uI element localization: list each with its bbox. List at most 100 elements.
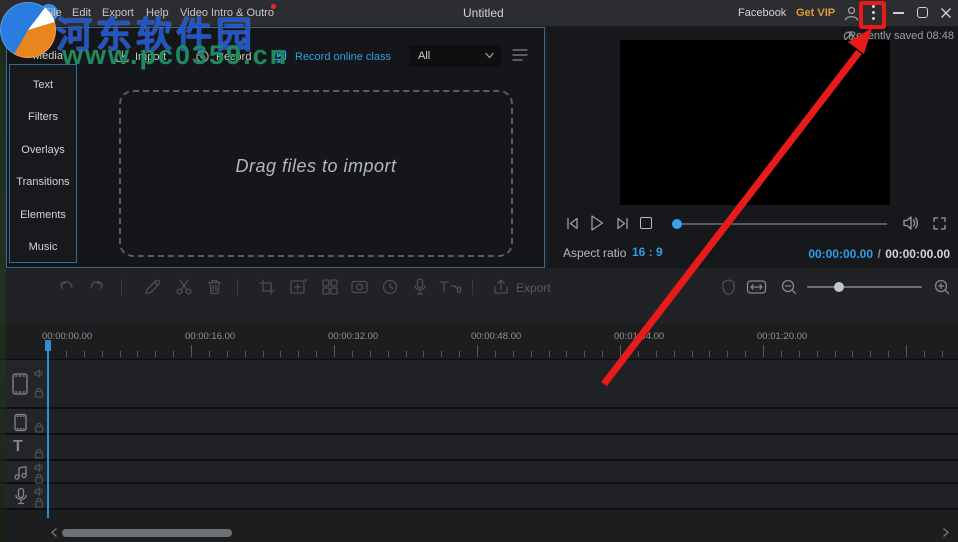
text-to-speech-icon[interactable] xyxy=(438,278,462,296)
timeline-ruler[interactable]: 00:00:00.00 00:00:16.00 00:00:32.00 00:0… xyxy=(0,323,958,360)
preview-panel: Recently saved 08:48 Aspect ratio 16 : 9… xyxy=(548,27,958,268)
edit-pencil-icon[interactable] xyxy=(143,278,161,296)
drag-drop-import-zone[interactable]: Drag files to import xyxy=(119,90,513,257)
toolbar-divider xyxy=(472,279,473,295)
duration-clock-icon[interactable] xyxy=(381,278,399,296)
text-track-header: T xyxy=(0,435,48,459)
text-track[interactable]: T xyxy=(0,435,958,461)
screen-record-icon[interactable] xyxy=(350,278,369,296)
menu-edit[interactable]: Edit xyxy=(68,0,95,26)
maximize-icon[interactable] xyxy=(917,7,928,18)
sidebar-item-overlays[interactable]: Overlays xyxy=(10,134,76,167)
sidebar-item-transitions[interactable]: Transitions xyxy=(10,166,76,199)
timeline-zoom-slider[interactable] xyxy=(807,286,922,288)
seek-handle[interactable] xyxy=(672,219,682,229)
music-track-icon xyxy=(13,464,30,481)
voiceover-mic-icon[interactable] xyxy=(412,277,428,296)
document-title: Untitled xyxy=(463,0,504,26)
split-scissors-icon[interactable] xyxy=(175,278,193,296)
redo-icon[interactable] xyxy=(88,279,106,295)
annotation-highlight-box xyxy=(859,1,886,29)
fullscreen-icon[interactable] xyxy=(932,216,947,231)
fit-timeline-icon[interactable] xyxy=(746,279,767,295)
sidebar-item-elements[interactable]: Elements xyxy=(10,199,76,232)
mute-speaker-icon[interactable] xyxy=(33,463,45,472)
mute-speaker-icon[interactable] xyxy=(33,369,45,378)
tab-media[interactable]: Media xyxy=(33,48,63,64)
menu-export[interactable]: Export xyxy=(98,0,138,26)
media-filter-dropdown[interactable]: All xyxy=(409,45,501,67)
ruler-ticks xyxy=(0,323,958,360)
toolbar-divider xyxy=(121,279,122,295)
next-frame-icon[interactable] xyxy=(614,216,631,231)
horizontal-scrollbar-thumb[interactable] xyxy=(62,529,232,537)
get-vip-link[interactable]: Get VIP xyxy=(796,0,835,26)
lock-icon[interactable] xyxy=(33,422,45,433)
voice-track-icon xyxy=(14,487,28,506)
aspect-ratio-value[interactable]: 16 : 9 xyxy=(632,245,663,259)
lock-icon[interactable] xyxy=(33,448,45,459)
watermark-edge-artifact xyxy=(0,40,6,540)
undo-icon[interactable] xyxy=(57,279,75,295)
lock-icon[interactable] xyxy=(33,473,45,484)
record-online-class-icon xyxy=(271,49,287,64)
toolbar-divider xyxy=(237,279,238,295)
minimize-icon[interactable] xyxy=(893,12,904,14)
zoom-frame-icon[interactable] xyxy=(289,278,308,296)
timecode-separator: / xyxy=(877,247,880,261)
drag-hint-text: Drag files to import xyxy=(121,156,511,177)
voice-track[interactable] xyxy=(0,484,958,510)
export-button[interactable]: Export xyxy=(516,281,551,295)
menu-video-intro-outro[interactable]: Video Intro & Outro xyxy=(176,0,278,26)
volume-icon[interactable] xyxy=(902,215,920,231)
pip-track-icon xyxy=(13,413,28,432)
music-track[interactable] xyxy=(0,461,958,484)
record-online-class-button[interactable]: Record online class xyxy=(295,49,391,65)
facebook-link[interactable]: Facebook xyxy=(738,0,786,26)
record-icon xyxy=(195,49,210,64)
zoom-out-icon[interactable] xyxy=(780,278,798,296)
timecode-display: 00:00:00.00 / 00:00:00.00 xyxy=(808,245,950,263)
watermark-shield-icon[interactable] xyxy=(721,278,736,296)
close-icon[interactable] xyxy=(940,7,952,19)
sidebar-item-text[interactable]: Text xyxy=(10,69,76,102)
crop-icon[interactable] xyxy=(258,278,276,296)
video-track-icon xyxy=(11,372,29,396)
previous-frame-icon[interactable] xyxy=(564,216,581,231)
video-track[interactable] xyxy=(0,360,958,409)
playhead[interactable] xyxy=(47,340,49,518)
export-icon[interactable] xyxy=(492,278,510,296)
menu-file[interactable]: File xyxy=(40,0,66,26)
video-preview-frame xyxy=(620,40,890,205)
lock-icon[interactable] xyxy=(33,497,45,508)
mute-speaker-icon[interactable] xyxy=(33,487,45,496)
play-icon[interactable] xyxy=(589,214,605,232)
scroll-right-icon[interactable] xyxy=(942,527,950,538)
titlebar: File Edit Export Help Video Intro & Outr… xyxy=(0,0,958,26)
pip-track-header xyxy=(0,409,48,433)
import-button[interactable]: Import xyxy=(135,49,166,65)
scroll-left-icon[interactable] xyxy=(50,527,58,538)
edit-toolbar: Export xyxy=(0,269,958,323)
video-track-header xyxy=(0,360,48,407)
text-track-icon: T xyxy=(13,438,23,456)
delete-trash-icon[interactable] xyxy=(206,278,223,296)
seek-bar[interactable] xyxy=(675,223,887,225)
category-sidebar: Text Filters Overlays Transitions Elemen… xyxy=(9,64,77,263)
record-button[interactable]: Record xyxy=(216,49,251,65)
timeline-zoom-handle[interactable] xyxy=(834,282,844,292)
list-view-icon[interactable] xyxy=(511,47,529,63)
timecode-total: 00:00:00.00 xyxy=(885,247,950,261)
sidebar-item-filters[interactable]: Filters xyxy=(10,101,76,134)
mosaic-icon[interactable] xyxy=(321,278,340,296)
voice-track-header xyxy=(0,484,48,508)
account-icon[interactable] xyxy=(843,5,860,22)
music-track-header xyxy=(0,461,48,482)
pip-track[interactable] xyxy=(0,409,958,435)
menu-help[interactable]: Help xyxy=(142,0,173,26)
sidebar-item-music[interactable]: Music xyxy=(10,231,76,264)
stop-icon[interactable] xyxy=(640,217,652,229)
zoom-in-icon[interactable] xyxy=(933,278,951,296)
timecode-current: 00:00:00.00 xyxy=(808,247,873,261)
lock-icon[interactable] xyxy=(33,387,45,398)
